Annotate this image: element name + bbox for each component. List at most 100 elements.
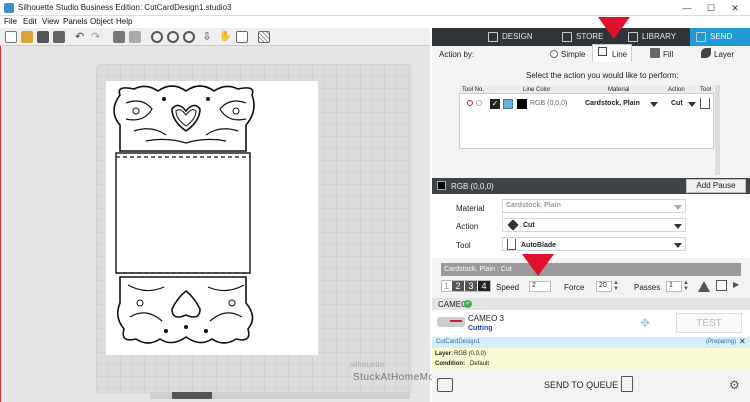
device-group-label: CAMEO: [438, 300, 468, 309]
print-icon[interactable]: [53, 31, 65, 43]
corner-icon[interactable]: [716, 280, 727, 291]
radio-simple[interactable]: [550, 50, 558, 58]
line-segment-overcut-icon[interactable]: [698, 281, 710, 292]
redo-icon[interactable]: ↷: [91, 31, 103, 43]
expand-icon[interactable]: ▶: [733, 280, 743, 291]
test-button[interactable]: TEST: [676, 313, 742, 333]
job-name: CutCardDesign1: [436, 339, 481, 345]
tool-number-indicator-2: [476, 100, 482, 106]
nav-tabs: DESIGN STORE LIBRARY SEND: [432, 28, 750, 46]
row-action: Cut: [671, 100, 683, 107]
force-input[interactable]: 20: [596, 281, 612, 292]
force-stepper[interactable]: ▲ ▼: [613, 280, 622, 293]
material-label: Material: [456, 204, 485, 213]
row-color: RGB (0,0,0): [530, 100, 568, 107]
tab-send[interactable]: SEND: [690, 28, 750, 46]
passes-stepper[interactable]: ▲ ▼: [683, 280, 692, 293]
row-material: Cardstock, Plain: [585, 100, 640, 107]
tool-icon: [700, 98, 710, 109]
grid-icon: [488, 32, 498, 42]
open-folder-icon[interactable]: [21, 31, 33, 43]
col-tool-no: Tool No.: [462, 87, 485, 93]
zoom-select-icon[interactable]: [183, 31, 195, 43]
layer-icon[interactable]: [701, 48, 711, 58]
table-row[interactable]: ✓ RGB (0,0,0) Cardstock, Plain Cut: [459, 96, 714, 112]
col-line-color: Line Color: [523, 87, 551, 93]
fill-icon[interactable]: [650, 48, 660, 58]
add-pause-button[interactable]: Add Pause: [686, 179, 746, 193]
horizontal-scrollbar[interactable]: [150, 392, 410, 399]
card-design[interactable]: [106, 81, 266, 351]
menu-help[interactable]: Help: [116, 17, 132, 26]
force-label: Force: [564, 283, 585, 292]
menu-edit[interactable]: Edit: [23, 17, 37, 26]
layer-label: Layer:: [435, 351, 454, 357]
tool-select-chevron-icon[interactable]: [674, 243, 682, 248]
action-dropdown-icon[interactable]: [688, 102, 696, 107]
action-select-chevron-icon[interactable]: [674, 224, 682, 229]
maximize-button[interactable]: ☐: [700, 0, 722, 16]
queue-icon[interactable]: [621, 376, 633, 392]
speed-input[interactable]: 2: [529, 281, 551, 292]
job-close-icon[interactable]: ✕: [739, 337, 746, 346]
passes-input[interactable]: 1: [666, 281, 682, 292]
option-simple-label: Simple: [561, 50, 586, 59]
device-group-bar: [432, 298, 750, 310]
send-to-queue-button[interactable]: SEND TO QUEUE: [544, 380, 618, 390]
line-style-icon: [503, 99, 513, 109]
title-bar: Silhouette Studio Business Edition: CutC…: [0, 0, 750, 16]
job-state: (Preparing): [706, 339, 737, 345]
row-checkbox[interactable]: ✓: [490, 99, 500, 109]
close-window-button[interactable]: ✕: [724, 0, 746, 16]
line-icon: [598, 47, 607, 56]
new-document-icon[interactable]: [5, 31, 17, 43]
blade-depth-selector[interactable]: 1 2 3 4: [441, 280, 491, 292]
trace-pattern-icon[interactable]: [258, 31, 270, 43]
window-title: Silhouette Studio Business Edition: CutC…: [18, 3, 232, 12]
queue-settings-icon[interactable]: [437, 378, 453, 392]
passes-label: Passes: [634, 283, 661, 292]
condition-label: Condition:: [435, 361, 465, 367]
menu-file[interactable]: File: [4, 17, 17, 26]
table-scrollbar[interactable]: [715, 85, 720, 175]
group-icon[interactable]: [113, 31, 125, 43]
canvas-brand-logo: silhouette: [350, 360, 385, 369]
move-arrows-icon[interactable]: ✥: [634, 316, 656, 330]
save-icon[interactable]: [37, 31, 49, 43]
red-arrow-speed-icon: [522, 254, 554, 276]
ungroup-icon[interactable]: [129, 31, 141, 43]
cameo-device-icon: [437, 317, 465, 327]
tab-library[interactable]: LIBRARY: [622, 28, 694, 46]
device-name: CAMEO 3: [468, 314, 505, 323]
send-icon: [696, 32, 706, 42]
col-tool: Tool: [700, 87, 712, 93]
option-layer-label: Layer: [714, 50, 735, 59]
undo-icon[interactable]: ↶: [75, 31, 87, 43]
menu-view[interactable]: View: [42, 17, 59, 26]
fit-page-icon[interactable]: [236, 31, 248, 43]
color-bar-swatch: [437, 181, 446, 190]
material-dropdown-icon[interactable]: [650, 102, 658, 107]
menu-panels[interactable]: Panels: [63, 17, 87, 26]
menu-object[interactable]: Object: [90, 17, 113, 26]
scrollbar-thumb[interactable]: [172, 392, 212, 399]
tab-design[interactable]: DESIGN: [482, 28, 544, 46]
store-icon: [562, 32, 572, 42]
condition-value: Default: [470, 361, 490, 367]
action-label: Action: [456, 222, 479, 231]
pan-hand-icon[interactable]: ✋: [219, 31, 231, 43]
option-line-label: Line: [612, 50, 628, 59]
zoom-in-icon[interactable]: [151, 31, 163, 43]
tool-number-indicator: [467, 100, 473, 106]
zoom-out-icon[interactable]: [167, 31, 179, 43]
blade-step-2[interactable]: 2: [452, 281, 464, 291]
gear-icon[interactable]: ⚙: [729, 378, 740, 392]
material-select-chevron-icon[interactable]: [674, 205, 682, 210]
color-swatch: [517, 99, 527, 109]
blade-step-1[interactable]: 1: [444, 281, 449, 291]
speed-label: Speed: [496, 283, 520, 292]
blade-step-3[interactable]: 3: [465, 281, 477, 291]
blade-step-4[interactable]: 4: [478, 281, 490, 291]
move-down-icon[interactable]: ⇩: [201, 31, 213, 43]
minimize-button[interactable]: —: [676, 0, 698, 16]
